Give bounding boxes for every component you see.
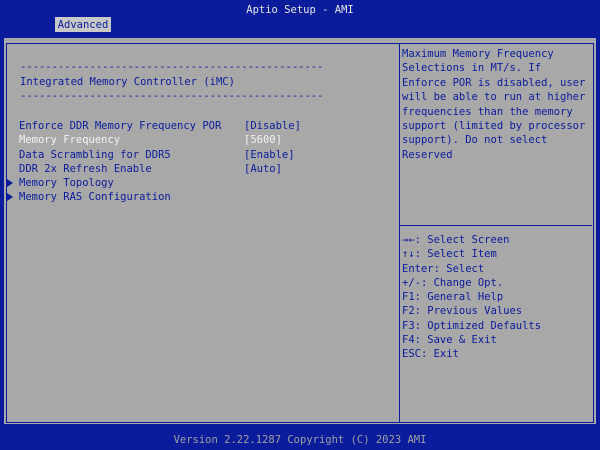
tab-advanced[interactable]: Advanced xyxy=(55,17,111,32)
section-separator-top: ----------------------------------------… xyxy=(20,61,324,73)
setting-enforce-por-value[interactable]: [Disable] xyxy=(244,119,301,133)
setting-memory-frequency-value[interactable]: [5600] xyxy=(244,133,282,147)
window-title: Aptio Setup - AMI xyxy=(246,4,354,16)
setting-data-scrambling-value[interactable]: [Enable] xyxy=(244,148,295,162)
submenu-arrow-icon xyxy=(7,193,13,201)
key-hint-select-item: ↑↓: Select Item xyxy=(402,248,497,260)
key-hint-select-screen: →←: Select Screen xyxy=(402,234,510,246)
key-hint-f3: F3: Optimized Defaults xyxy=(402,320,542,332)
vertical-divider xyxy=(399,43,400,423)
key-hint-f1: F1: General Help xyxy=(402,291,504,303)
section-separator-bottom: ----------------------------------------… xyxy=(20,90,324,102)
key-hint-esc: ESC: Exit xyxy=(402,348,459,360)
setting-enforce-por-label[interactable]: Enforce DDR Memory Frequency POR xyxy=(19,119,221,133)
key-hint-f2: F2: Previous Values xyxy=(402,305,523,317)
setting-ddr-refresh-value[interactable]: [Auto] xyxy=(244,162,282,176)
key-hint-change-opt: +/-: Change Opt. xyxy=(402,277,504,289)
key-hint-f4: F4: Save & Exit xyxy=(402,334,497,346)
section-title: Integrated Memory Controller (iMC) xyxy=(20,76,235,88)
setting-data-scrambling-label[interactable]: Data Scrambling for DDR5 xyxy=(19,148,171,162)
help-divider xyxy=(400,225,592,226)
main-panel: ----------------------------------------… xyxy=(3,37,597,425)
footer-version: Version 2.22.1287 Copyright (C) 2023 AMI xyxy=(173,434,427,446)
key-hint-enter: Enter: Select xyxy=(402,263,485,275)
submenu-memory-topology[interactable]: Memory Topology xyxy=(19,176,114,190)
setting-memory-frequency-label[interactable]: Memory Frequency xyxy=(19,133,120,147)
submenu-arrow-icon xyxy=(7,179,13,187)
setting-ddr-refresh-label[interactable]: DDR 2x Refresh Enable xyxy=(19,162,152,176)
submenu-memory-ras[interactable]: Memory RAS Configuration xyxy=(19,190,171,204)
help-text: Maximum Memory Frequency Selections in M… xyxy=(402,48,586,161)
